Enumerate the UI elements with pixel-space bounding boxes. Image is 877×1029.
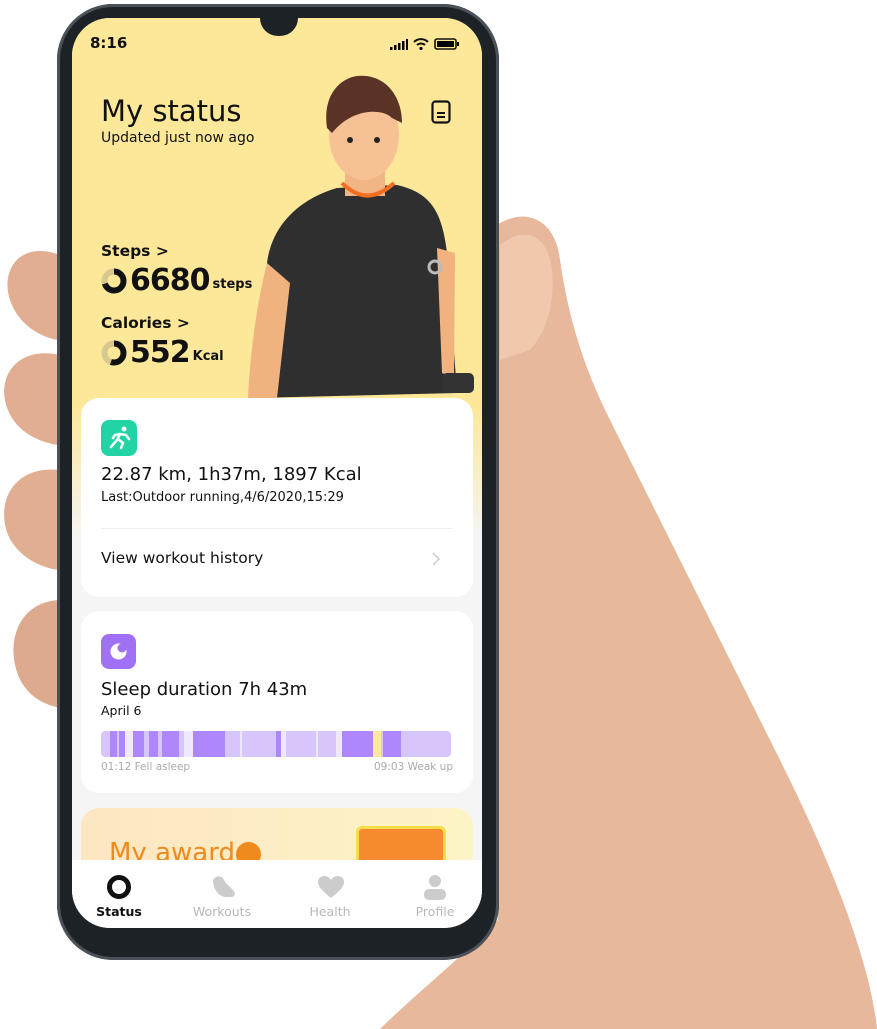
sleep-start-label: 01:12 Fell asleep xyxy=(101,761,191,773)
chevron-right-icon: > xyxy=(176,314,190,332)
sleep-segment-deep xyxy=(132,731,145,757)
sleep-title: Sleep duration 7h 43m xyxy=(101,679,308,700)
moon-icon xyxy=(101,634,136,669)
nav-label: Profile xyxy=(415,904,455,919)
sleep-end-label: 09:03 Weak up xyxy=(374,761,453,773)
sleep-segment-deep xyxy=(383,731,401,757)
sleep-segment-light xyxy=(225,731,240,757)
nav-profile[interactable]: Profile xyxy=(390,860,480,928)
document-icon[interactable] xyxy=(431,100,451,124)
status-ring-icon xyxy=(107,875,131,899)
sleep-segment-light xyxy=(400,731,451,757)
calories-label: Calories xyxy=(101,314,172,332)
shoe-icon xyxy=(213,876,235,897)
steps-unit: steps xyxy=(212,277,253,292)
wifi-icon xyxy=(413,38,429,50)
calories-progress-ring xyxy=(101,340,127,365)
app-screen: 8:16 My status Updated just now ago Step… xyxy=(72,18,482,928)
sleep-segment-light xyxy=(318,731,337,757)
steps-value: 6680 xyxy=(130,263,210,298)
sleep-segment-light xyxy=(101,731,111,757)
bottom-nav: Status Workouts Health Profile xyxy=(72,860,482,928)
sleep-segment-awake xyxy=(184,731,193,757)
calories-value-row: 552 Kcal xyxy=(101,335,224,370)
sleep-stage-bar[interactable] xyxy=(101,731,451,757)
sleep-segment-deep xyxy=(161,731,180,757)
heart-icon xyxy=(318,876,344,898)
chevron-right-icon xyxy=(432,552,441,566)
nav-health[interactable]: Health xyxy=(285,860,375,928)
battery-icon xyxy=(434,38,459,50)
steps-link[interactable]: Steps > xyxy=(101,242,169,260)
sleep-card[interactable]: Sleep duration 7h 43m April 6 01:12 Fell… xyxy=(81,611,473,793)
nav-label: Health xyxy=(309,904,351,919)
sleep-segment-rem xyxy=(373,731,381,757)
person-icon xyxy=(424,875,446,900)
signal-icon xyxy=(390,39,408,50)
status-time: 8:16 xyxy=(90,34,128,52)
sleep-date: April 6 xyxy=(101,703,142,718)
calories-value: 552 xyxy=(130,335,191,370)
view-workout-history-link[interactable]: View workout history xyxy=(81,529,473,589)
calories-link[interactable]: Calories > xyxy=(101,314,190,332)
sleep-segment-deep xyxy=(149,731,158,757)
sleep-segment-deep xyxy=(110,731,118,757)
chevron-right-icon: > xyxy=(155,242,169,260)
running-icon xyxy=(101,420,137,456)
sleep-segment-light xyxy=(242,731,276,757)
nav-label: Workouts xyxy=(192,904,252,919)
workout-summary: 22.87 km, 1h37m, 1897 Kcal xyxy=(101,464,362,485)
steps-progress-ring xyxy=(101,268,127,293)
nav-workouts[interactable]: Workouts xyxy=(177,860,267,928)
view-workout-history-label: View workout history xyxy=(101,549,264,567)
sleep-segment-deep xyxy=(342,731,374,757)
page-title: My status xyxy=(101,94,242,128)
sleep-segment-light xyxy=(285,731,316,757)
page-subtitle: Updated just now ago xyxy=(101,130,255,146)
workout-card[interactable]: 22.87 km, 1h37m, 1897 Kcal Last:Outdoor … xyxy=(81,398,473,597)
sleep-segment-deep xyxy=(192,731,226,757)
status-icons xyxy=(390,38,460,50)
steps-label: Steps xyxy=(101,242,151,260)
steps-value-row: 6680 steps xyxy=(101,263,252,298)
workout-last: Last:Outdoor running,4/6/2020,15:29 xyxy=(101,490,344,505)
nav-status[interactable]: Status xyxy=(74,860,164,928)
nav-label: Status xyxy=(96,904,142,919)
calories-unit: Kcal xyxy=(192,349,224,364)
sleep-segment-awake xyxy=(125,731,133,757)
